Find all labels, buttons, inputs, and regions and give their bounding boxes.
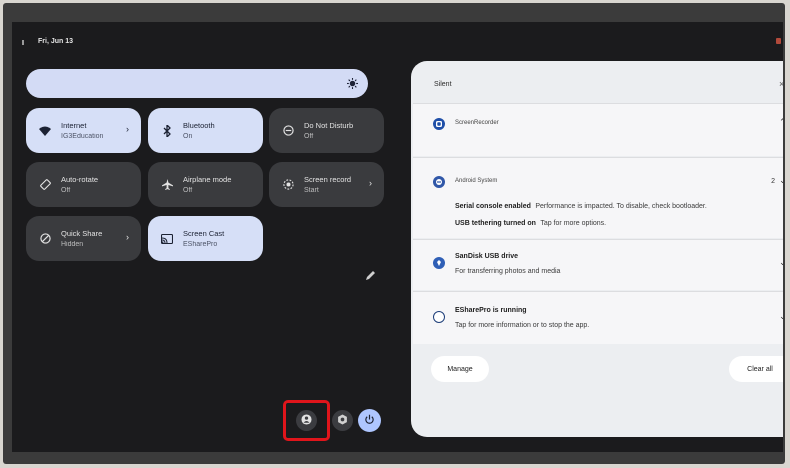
tile-label: Quick Share	[61, 228, 103, 238]
chevron-right-icon: ›	[126, 124, 129, 134]
tile-label: Airplane mode	[183, 174, 232, 184]
notification-text: Tap for more options.	[540, 220, 607, 227]
edit-tiles-icon[interactable]	[364, 269, 376, 281]
power-button[interactable]	[358, 409, 381, 432]
brightness-slider[interactable]	[26, 69, 368, 98]
rotate-icon	[38, 178, 52, 192]
tile-airplane-mode[interactable]: Airplane mode Off	[148, 162, 263, 207]
screen-recorder-icon	[433, 118, 445, 130]
brightness-icon	[347, 78, 358, 89]
tile-do-not-disturb[interactable]: Do Not Disturb Off	[269, 108, 384, 153]
tile-screen-record[interactable]: Screen record Start ›	[269, 162, 384, 207]
android-screen: Fri, Jun 13 Internet IG3Education › Blue…	[12, 22, 783, 452]
bluetooth-icon	[160, 124, 174, 138]
notification-screenrecorder[interactable]: ScreenRecorder ⌃	[413, 103, 783, 156]
tile-label: Screen Cast	[183, 228, 225, 238]
notification-app-name: ScreenRecorder	[455, 120, 499, 126]
tile-label: Auto-rotate	[61, 174, 99, 184]
tile-status: Off	[183, 186, 193, 194]
do-not-disturb-icon	[281, 124, 295, 138]
clear-all-button[interactable]: Clear all	[729, 356, 783, 382]
settings-button[interactable]	[332, 410, 353, 431]
notification-text: For transferring photos and media	[455, 268, 561, 275]
tile-screen-cast[interactable]: Screen Cast ESharePro	[148, 216, 263, 261]
highlight-box	[283, 400, 330, 441]
close-icon[interactable]: ×	[779, 79, 783, 89]
airplane-icon	[160, 178, 174, 192]
section-title: Silent	[434, 81, 452, 88]
tile-bluetooth[interactable]: Bluetooth On	[148, 108, 263, 153]
notification-sandisk-usb[interactable]: SanDisk USB drive For transferring photo…	[413, 239, 783, 290]
notification-count: 2	[771, 178, 775, 185]
tile-status: Hidden	[61, 240, 84, 248]
tile-status: Off	[61, 186, 71, 194]
usb-icon	[433, 257, 445, 269]
tile-auto-rotate[interactable]: Auto-rotate Off	[26, 162, 141, 207]
screen-record-icon	[281, 178, 295, 192]
notification-panel: Silent × ScreenRecorder ⌃ Android System…	[411, 61, 783, 437]
tile-label: Internet	[61, 120, 87, 130]
status-date: Fri, Jun 13	[38, 38, 74, 45]
battery-icon	[776, 38, 781, 44]
notification-android-system[interactable]: Android System 2 ⌄ Serial console enable…	[413, 157, 783, 238]
chevron-right-icon: ›	[126, 232, 129, 242]
notification-title: Serial console enabled	[455, 203, 531, 210]
esharepro-icon	[433, 311, 445, 323]
notification-title: ESharePro is running	[455, 307, 527, 314]
tile-quick-share[interactable]: Quick Share Hidden ›	[26, 216, 141, 261]
notification-title: USB tethering turned on	[455, 220, 536, 227]
chevron-down-icon[interactable]: ⌄	[779, 175, 783, 186]
tile-label: Bluetooth	[183, 120, 215, 130]
tile-status: ESharePro	[183, 240, 218, 248]
notification-title: SanDisk USB drive	[455, 253, 519, 260]
android-system-icon	[433, 176, 445, 188]
quick-share-icon	[38, 232, 52, 246]
chevron-right-icon: ›	[369, 178, 372, 188]
notification-text: Performance is impacted. To disable, che…	[535, 203, 707, 210]
chevron-up-icon[interactable]: ⌃	[779, 117, 783, 128]
notification-text: Tap for more information or to stop the …	[455, 322, 590, 329]
power-icon	[364, 412, 375, 430]
manage-button[interactable]: Manage	[431, 356, 489, 382]
tile-label: Do Not Disturb	[304, 120, 354, 130]
notification-app-name: Android System	[455, 178, 498, 184]
tile-status: Start	[304, 186, 319, 194]
status-indicator	[22, 40, 24, 45]
tile-status: IG3Education	[61, 132, 104, 140]
tile-label: Screen record	[304, 174, 352, 184]
chevron-down-icon[interactable]: ⌄	[779, 257, 783, 268]
tile-status: Off	[304, 132, 314, 140]
tile-status: On	[183, 132, 193, 140]
tile-internet[interactable]: Internet IG3Education ›	[26, 108, 141, 153]
wifi-icon	[38, 124, 52, 138]
notification-esharepro[interactable]: ESharePro is running Tap for more inform…	[413, 291, 783, 344]
cast-icon	[160, 232, 174, 246]
gear-icon	[337, 412, 348, 430]
chevron-down-icon[interactable]: ⌄	[779, 311, 783, 322]
